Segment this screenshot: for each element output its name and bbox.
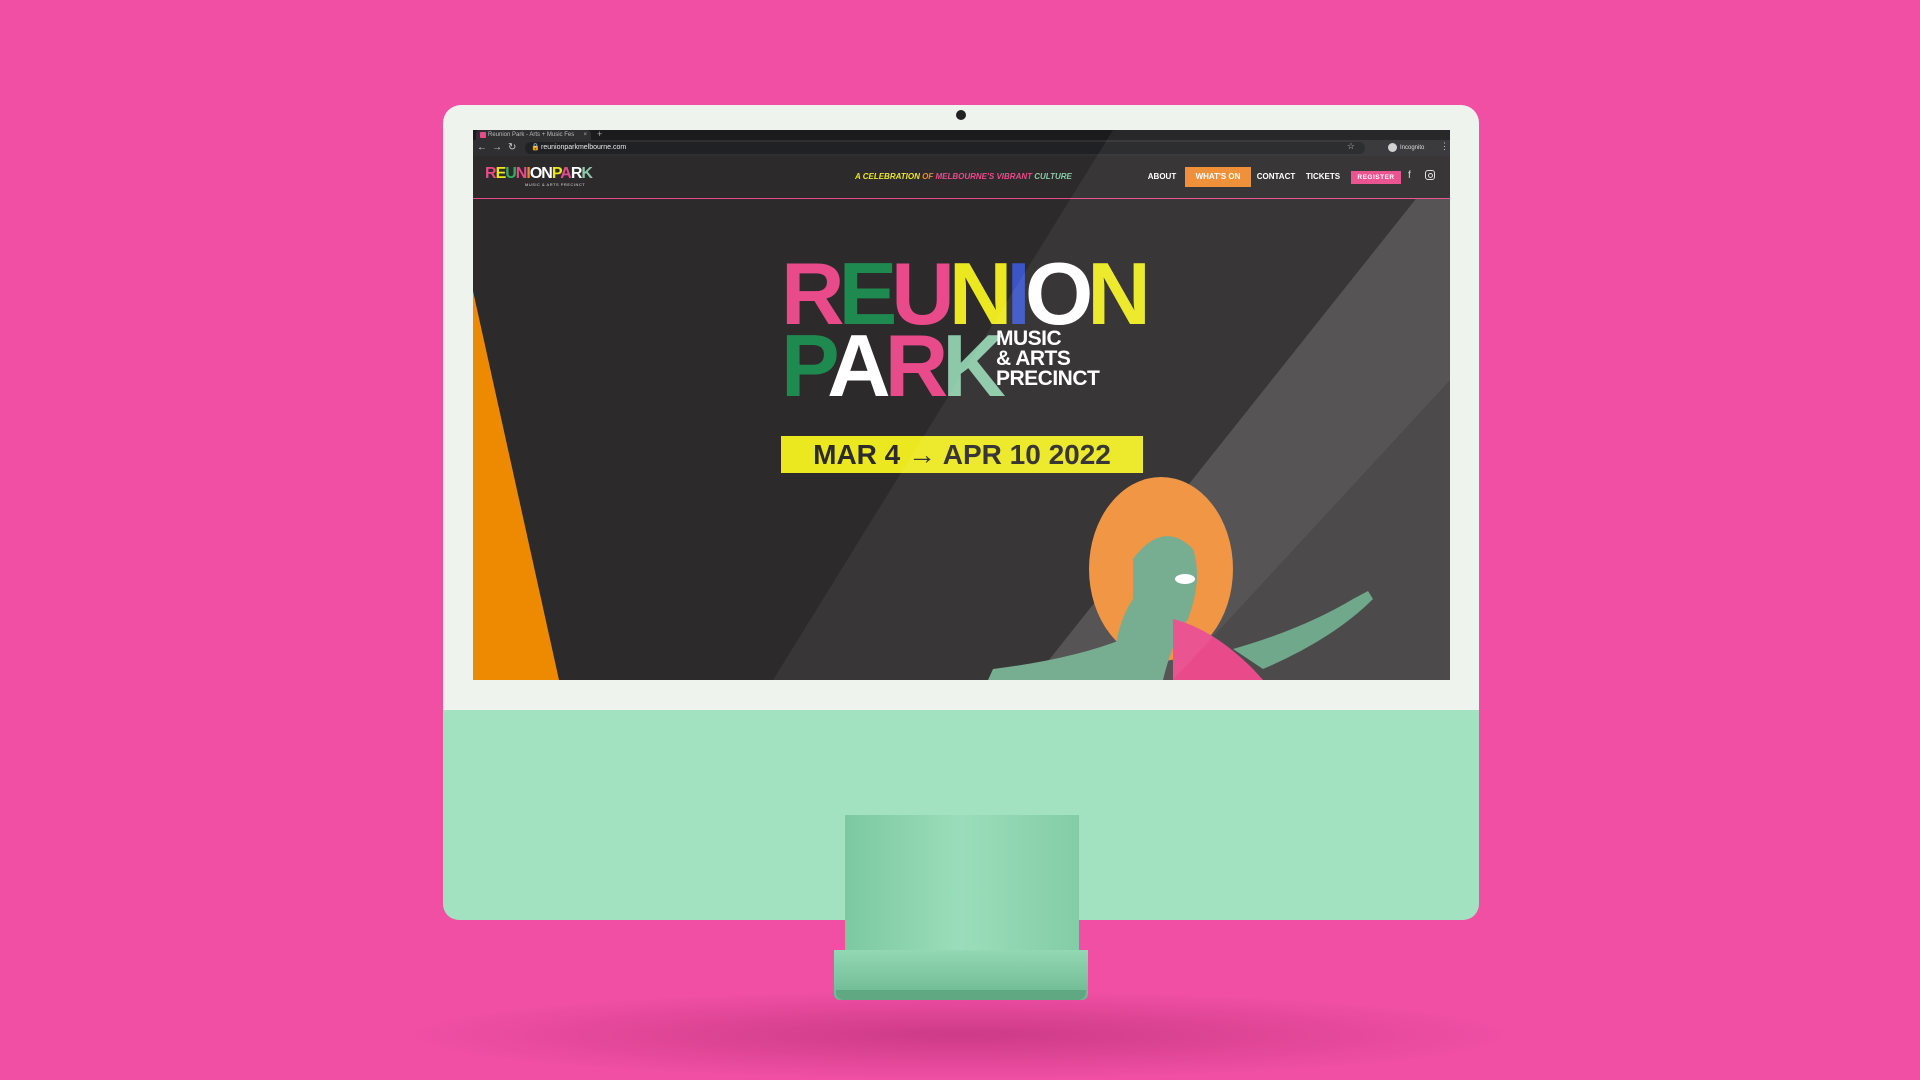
register-button[interactable]: REGISTER bbox=[1351, 171, 1401, 184]
tab-title: Reunion Park - Arts + Music Fes bbox=[488, 132, 575, 138]
kebab-icon[interactable]: ⋮ bbox=[1440, 141, 1449, 152]
arrow-left-icon[interactable]: ← bbox=[477, 141, 487, 155]
hero-subtitle-line: & ARTS bbox=[996, 347, 1071, 370]
browser-tab[interactable]: Reunion Park - Arts + Music Fes × bbox=[476, 130, 591, 140]
favicon-icon bbox=[480, 132, 486, 138]
instagram-icon[interactable] bbox=[1425, 170, 1435, 180]
nav-about[interactable]: ABOUT bbox=[1143, 167, 1181, 187]
tagline-word: A bbox=[855, 172, 863, 181]
reload-icon[interactable]: ↻ bbox=[508, 141, 516, 155]
hero-subtitle-line: MUSIC bbox=[996, 327, 1062, 350]
tagline: A CELEBRATION OF MELBOURNE'S VIBRANT CUL… bbox=[855, 172, 1072, 181]
tagline-word: OF bbox=[922, 172, 936, 181]
hero-subtitle: MUSIC & ARTS PRECINCT bbox=[996, 327, 1100, 390]
nav-whats-on[interactable]: WHAT'S ON bbox=[1185, 167, 1251, 187]
incognito-label: Incognito bbox=[1400, 145, 1425, 151]
imac-stand-edge bbox=[836, 990, 1086, 1000]
hero-subtitle-line: PRECINCT bbox=[996, 367, 1100, 390]
incognito-indicator[interactable]: Incognito bbox=[1388, 141, 1424, 155]
logo-subtitle: MUSIC & ARTS PRECINCT bbox=[525, 182, 586, 187]
address-bar[interactable]: 🔒 reunionparkmelbourne.com ☆ bbox=[525, 141, 1365, 154]
floor-shadow bbox=[400, 990, 1520, 1080]
browser-toolbar: ← → ↻ 🔒 reunionparkmelbourne.com ☆ Incog… bbox=[473, 140, 1450, 156]
website: REUNIONPARK MUSIC & ARTS PRECINCT A CELE… bbox=[473, 156, 1450, 680]
nav-contact[interactable]: CONTACT bbox=[1253, 167, 1299, 187]
tagline-word: CELEBRATION bbox=[862, 172, 923, 181]
nav-tickets[interactable]: TICKETS bbox=[1301, 167, 1345, 187]
url-text[interactable]: reunionparkmelbourne.com bbox=[541, 142, 626, 154]
new-tab-icon[interactable]: + bbox=[597, 130, 602, 139]
facebook-icon[interactable]: f bbox=[1408, 170, 1411, 181]
event-dates: MAR 4 → APR 10 2022 bbox=[781, 436, 1143, 473]
arrow-right-icon[interactable]: → bbox=[492, 141, 502, 155]
site-header: REUNIONPARK MUSIC & ARTS PRECINCT A CELE… bbox=[473, 156, 1450, 198]
header-divider bbox=[473, 198, 1450, 199]
close-tab-icon[interactable]: × bbox=[583, 130, 587, 140]
browser-tab-strip: Reunion Park - Arts + Music Fes × + bbox=[473, 130, 1450, 140]
screen: Reunion Park - Arts + Music Fes × + ← → … bbox=[473, 130, 1450, 680]
logo-wordmark: REUNIONPARK bbox=[485, 165, 593, 182]
star-icon[interactable]: ☆ bbox=[1347, 141, 1355, 152]
incognito-icon bbox=[1388, 142, 1397, 152]
hero-logo: REUNION PARK MUSIC & ARTS PRECINCT bbox=[781, 250, 1151, 410]
lock-icon: 🔒 bbox=[531, 144, 540, 151]
tagline-word: CULTURE bbox=[1034, 172, 1072, 181]
figure-smile bbox=[1175, 574, 1195, 584]
imac-stand bbox=[845, 815, 1079, 955]
tagline-word: MELBOURNE'S bbox=[935, 172, 997, 181]
camera-icon bbox=[956, 110, 966, 120]
site-logo[interactable]: REUNIONPARK MUSIC & ARTS PRECINCT bbox=[485, 165, 593, 188]
tagline-word: VIBRANT bbox=[996, 172, 1035, 181]
orange-triangle bbox=[473, 291, 559, 680]
